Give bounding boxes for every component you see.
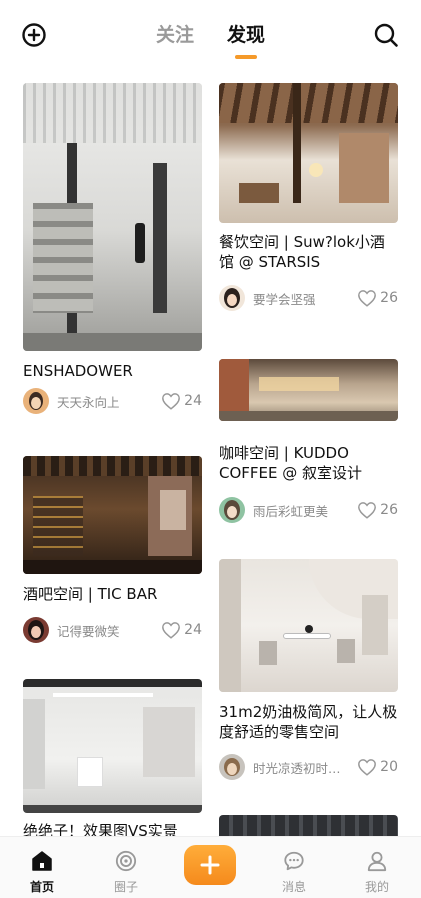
author-name[interactable]: 记得要微笑 [57, 621, 155, 640]
nav-profile[interactable]: 我的 [347, 850, 407, 895]
post-title[interactable]: 绝绝子！效果图VS实景 [23, 821, 202, 836]
like-count: 24 [184, 393, 202, 409]
message-icon [284, 851, 304, 871]
like-count: 20 [380, 759, 398, 775]
heart-icon [162, 622, 181, 639]
avatar[interactable] [23, 388, 49, 414]
post-image[interactable] [23, 456, 202, 574]
author-name[interactable]: 要学会坚强 [253, 289, 351, 308]
nav-messages[interactable]: 消息 [264, 850, 324, 895]
discover-feed[interactable]: ENSHADOWER 天天永向上 24 酒吧空间 | TIC BAR 记得要微笑… [0, 83, 421, 836]
post-meta: 天天永向上 24 [23, 387, 202, 415]
post-title[interactable]: 餐饮空间 | Suw?lok小酒馆 @ STARSIS [219, 232, 398, 272]
tab-following[interactable]: 关注 [156, 20, 194, 47]
post-image[interactable] [219, 815, 398, 836]
like-button[interactable]: 20 [357, 758, 398, 776]
profile-icon [367, 851, 387, 872]
post-card[interactable]: 31m2奶油极简风，让人极度舒适的零售空间 时光凉透初时… 20 [219, 559, 398, 780]
heart-icon [162, 393, 181, 410]
post-meta: 雨后彩虹更美 26 [219, 496, 398, 524]
post-card[interactable]: 餐饮空间 | Suw?lok小酒馆 @ STARSIS 要学会坚强 26 [219, 83, 398, 311]
like-count: 26 [380, 290, 398, 306]
post-title[interactable]: 31m2奶油极简风，让人极度舒适的零售空间 [219, 702, 398, 742]
like-button[interactable]: 26 [357, 289, 398, 307]
tab-discover[interactable]: 发现 [227, 20, 265, 59]
post-meta: 记得要微笑 24 [23, 616, 202, 644]
post-card[interactable]: 绝绝子！效果图VS实景 [23, 679, 202, 836]
post-image[interactable] [23, 679, 202, 813]
top-header: 关注 发现 [0, 0, 421, 70]
like-button[interactable]: 24 [161, 392, 202, 410]
like-count: 24 [184, 622, 202, 638]
post-meta: 时光凉透初时… 20 [219, 753, 398, 781]
heart-icon [358, 502, 377, 519]
bottom-nav: 首页 圈子 消息 我的 [0, 836, 421, 898]
like-button[interactable]: 26 [357, 501, 398, 519]
like-count: 26 [380, 502, 398, 518]
heart-icon [358, 290, 377, 307]
circle-icon [115, 850, 137, 872]
feed-tabs: 关注 发现 [0, 20, 421, 59]
nav-circle[interactable]: 圈子 [96, 850, 156, 895]
publish-button[interactable] [184, 845, 236, 885]
nav-label: 我的 [364, 880, 389, 894]
nav-label: 消息 [281, 880, 306, 894]
nav-label: 首页 [29, 880, 54, 894]
author-name[interactable]: 时光凉透初时… [253, 758, 351, 777]
avatar[interactable] [219, 285, 245, 311]
post-image[interactable] [219, 359, 398, 421]
author-name[interactable]: 雨后彩虹更美 [253, 501, 351, 520]
avatar[interactable] [219, 497, 245, 523]
post-title[interactable]: 酒吧空间 | TIC BAR [23, 584, 202, 604]
post-title[interactable]: ENSHADOWER [23, 361, 202, 381]
nav-home[interactable]: 首页 [12, 850, 72, 895]
post-card[interactable] [219, 815, 398, 836]
author-name[interactable]: 天天永向上 [57, 392, 155, 411]
post-card[interactable]: ENSHADOWER 天天永向上 24 [23, 83, 202, 414]
home-icon [32, 851, 52, 871]
heart-icon [358, 759, 377, 776]
post-image[interactable] [23, 83, 202, 351]
post-meta: 要学会坚强 26 [219, 284, 398, 312]
search-icon[interactable] [373, 22, 399, 48]
post-card[interactable]: 咖啡空间 | KUDDO COFFEE @ 叙室设计 雨后彩虹更美 26 [219, 359, 398, 523]
nav-label: 圈子 [113, 880, 138, 894]
post-image[interactable] [219, 559, 398, 692]
plus-icon [200, 855, 220, 875]
avatar[interactable] [23, 617, 49, 643]
post-title[interactable]: 咖啡空间 | KUDDO COFFEE @ 叙室设计 [219, 443, 398, 483]
post-image[interactable] [219, 83, 398, 223]
post-card[interactable]: 酒吧空间 | TIC BAR 记得要微笑 24 [23, 456, 202, 643]
like-button[interactable]: 24 [161, 621, 202, 639]
avatar[interactable] [219, 754, 245, 780]
